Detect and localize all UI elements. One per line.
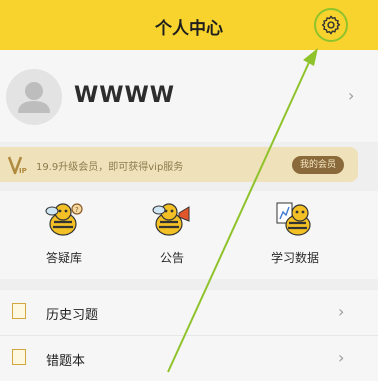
bee-megaphone-icon [152, 203, 190, 236]
svg-text:?: ? [75, 206, 79, 214]
vip-logo-icon: IP [8, 156, 27, 175]
user-avatar-icon [18, 82, 50, 113]
feature-label: 公告 [159, 251, 184, 265]
list-item-label: 历史习题 [46, 308, 99, 323]
feature-grid: ? 答疑库 公告 学习数据 [0, 191, 378, 279]
svg-text:IP: IP [19, 167, 27, 175]
menu-list: 历史习题 › 错题本 › [0, 290, 378, 381]
feature-announcement[interactable]: 公告 [127, 199, 217, 266]
feature-study-data[interactable]: 学习数据 [250, 199, 340, 266]
history-icon [12, 303, 26, 319]
mistake-book-icon [12, 349, 26, 365]
bee-qa-icon: ? [45, 203, 83, 236]
my-membership-button[interactable]: 我的会员 [292, 156, 345, 174]
chevron-right-icon: › [338, 348, 345, 367]
bee-chart-icon [276, 202, 311, 236]
username: WWWW [74, 83, 176, 108]
gear-icon [321, 15, 341, 35]
feature-label: 学习数据 [270, 251, 319, 265]
vip-promo-text: 19.9升级会员，即可获得vip服务 [36, 162, 184, 173]
chevron-right-icon: › [348, 86, 355, 105]
profile-row[interactable]: WWWW › [0, 50, 378, 142]
settings-button[interactable] [314, 8, 348, 42]
list-item-label: 错题本 [46, 354, 86, 369]
avatar[interactable] [6, 69, 62, 125]
feature-qa-library[interactable]: ? 答疑库 [19, 199, 109, 266]
list-item-mistakes[interactable]: 错题本 › [0, 336, 378, 381]
vip-banner[interactable]: IP 19.9升级会员，即可获得vip服务 我的会员 [0, 147, 358, 182]
app-header: 个人中心 [0, 0, 378, 50]
feature-label: 答疑库 [45, 251, 82, 265]
list-item-history[interactable]: 历史习题 › [0, 290, 378, 336]
chevron-right-icon: › [338, 302, 345, 321]
